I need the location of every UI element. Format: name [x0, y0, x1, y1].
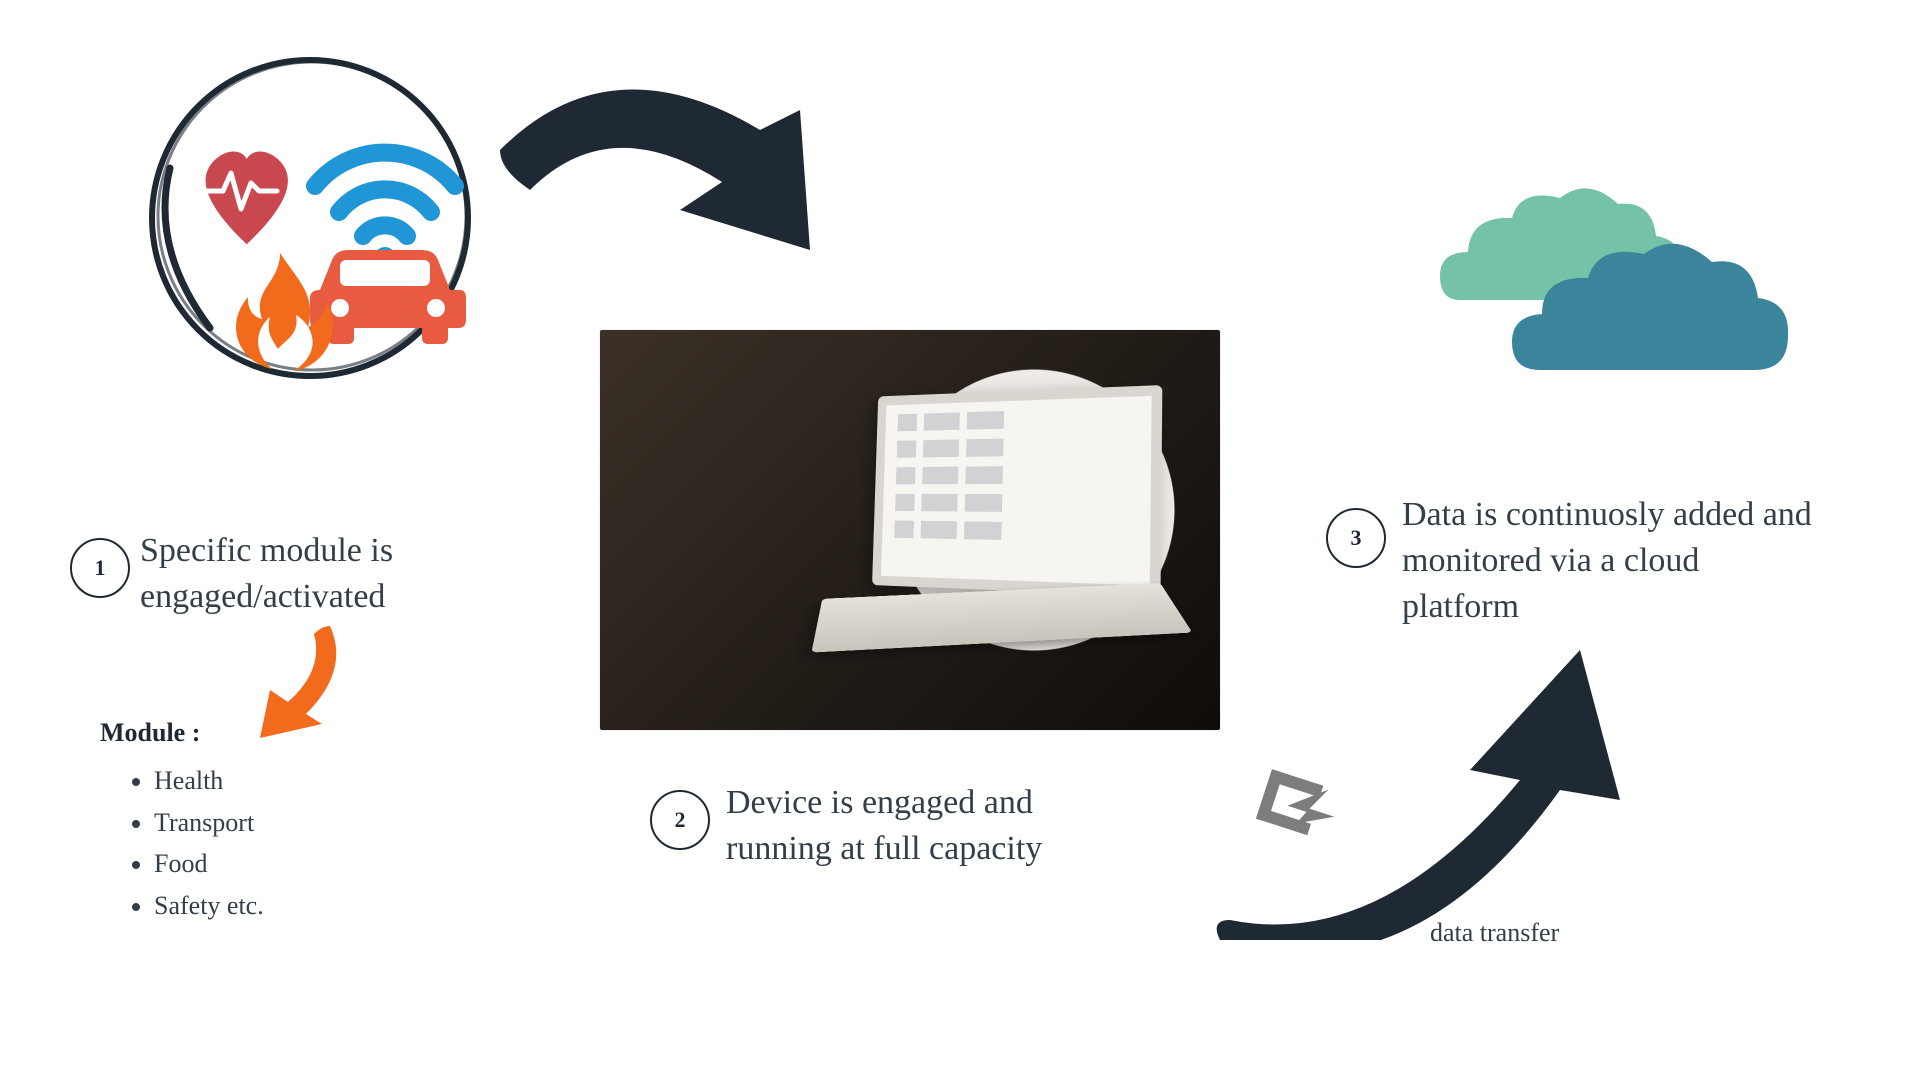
module-item: Health [154, 760, 414, 802]
heart-icon [203, 152, 288, 245]
data-transfer-caption: data transfer [1430, 918, 1559, 948]
car-icon [310, 250, 466, 344]
step-1-text: Specific module is engaged/activated [140, 528, 500, 620]
step-2-number: 2 [650, 790, 710, 850]
arrow-module-callout [210, 620, 360, 740]
module-heading: Module : [100, 718, 200, 748]
device-photo [600, 330, 1220, 730]
modules-bubble [140, 48, 480, 388]
module-item: Transport [154, 802, 414, 844]
diagram-canvas: 1 Specific module is engaged/activated M… [0, 0, 1920, 1080]
cloud-icon [1420, 180, 1800, 400]
arrow-step1-to-step2 [460, 60, 860, 320]
module-item: Food [154, 843, 414, 885]
arrow-step2-to-step3 [1200, 620, 1620, 940]
step-3-number: 3 [1326, 508, 1386, 568]
module-item: Safety etc. [154, 885, 414, 927]
module-list: Health Transport Food Safety etc. [120, 760, 414, 926]
step-1-number: 1 [70, 538, 130, 598]
step-2-text: Device is engaged and running at full ca… [726, 780, 1106, 872]
step-3-text: Data is continuosly added and monitored … [1402, 492, 1822, 630]
laptop-illustration [820, 390, 1180, 670]
